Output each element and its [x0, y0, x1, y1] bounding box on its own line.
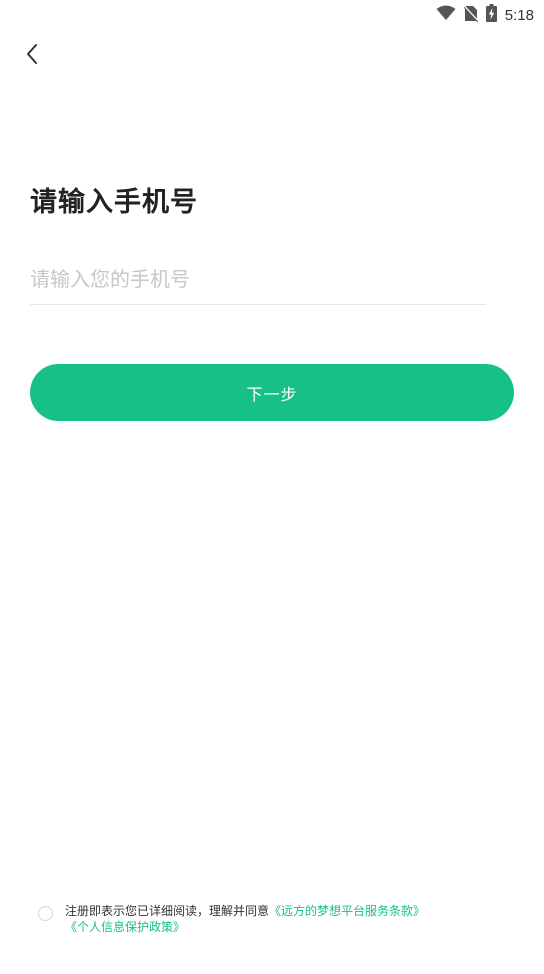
next-button[interactable]: 下一步 — [30, 364, 514, 421]
page-title: 请输入手机号 — [30, 187, 198, 218]
agree-checkbox[interactable] — [38, 906, 53, 921]
service-terms-link[interactable]: 《远方的梦想平台服务条款》 — [269, 904, 425, 918]
privacy-policy-link[interactable]: 《个人信息保护政策》 — [65, 920, 185, 934]
phone-field — [30, 256, 486, 305]
wifi-icon — [436, 5, 456, 25]
phone-input[interactable] — [30, 256, 486, 302]
chevron-left-icon — [25, 42, 39, 70]
battery-charging-icon — [485, 4, 497, 26]
back-button[interactable] — [16, 40, 48, 72]
no-sim-icon — [463, 4, 479, 26]
agreement-text: 注册即表示您已详细阅读，理解并同意《远方的梦想平台服务条款》《个人信息保护政策》 — [65, 903, 425, 935]
agreement-prefix: 注册即表示您已详细阅读，理解并同意 — [65, 904, 270, 918]
status-time: 5:18 — [504, 6, 534, 24]
status-icons: 5:18 — [436, 4, 534, 26]
agreement: 注册即表示您已详细阅读，理解并同意《远方的梦想平台服务条款》《个人信息保护政策》 — [38, 903, 518, 935]
status-bar: 5:18 — [0, 0, 544, 30]
next-button-label: 下一步 — [246, 384, 298, 404]
